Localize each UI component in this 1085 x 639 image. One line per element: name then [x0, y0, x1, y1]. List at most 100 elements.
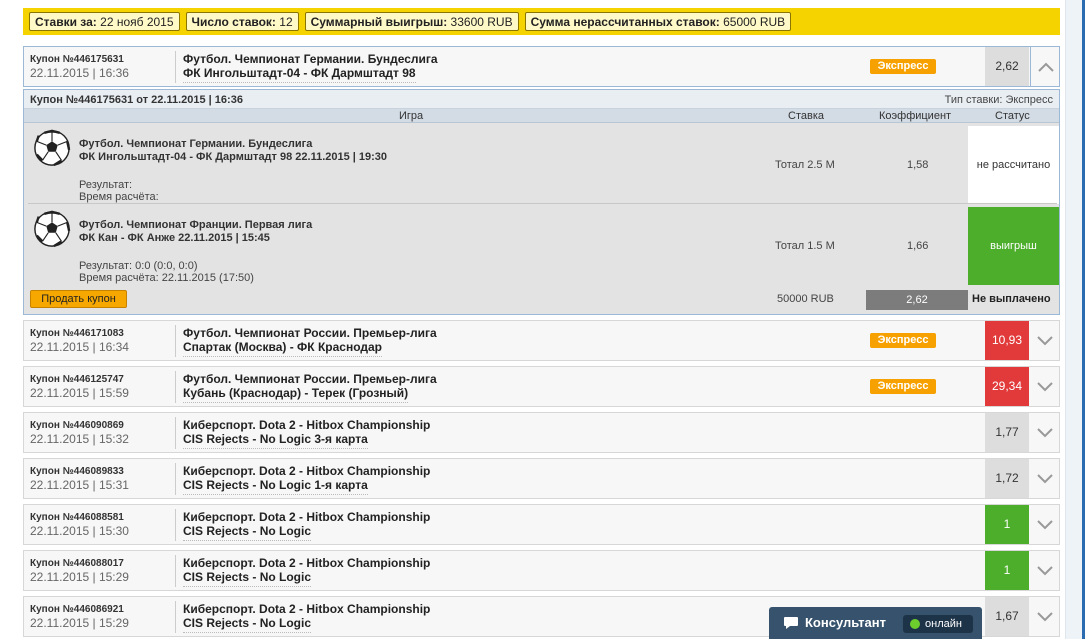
bets-count-value: 12: [279, 15, 293, 29]
coupon-id: Купон №446175631: [30, 54, 124, 65]
chevron-down-icon: [1037, 335, 1053, 345]
coupon-league: Киберспорт. Dota 2 - Hitbox Championship: [183, 464, 431, 478]
expand-button[interactable]: [1030, 459, 1060, 498]
col-status: Статус: [995, 110, 1030, 122]
express-badge: Экспресс: [870, 333, 936, 348]
coupon-row[interactable]: Купон №446090869 22.11.2015 | 15:32 Кибе…: [23, 412, 1060, 453]
coupon-row[interactable]: Купон №446088581 22.11.2015 | 15:30 Кибе…: [23, 504, 1060, 545]
coupon-teams: CIS Rejects - No Logic 1-я карта: [183, 478, 368, 495]
column-divider: [175, 509, 176, 541]
unsettled-value: 65000 RUB: [723, 15, 786, 29]
total-win-chip: Суммарный выигрыш: 33600 RUB: [304, 12, 519, 31]
coupon-coef: 1: [985, 551, 1029, 590]
column-divider: [175, 371, 176, 403]
express-badge: Экспресс: [870, 59, 936, 74]
detail-header: Купон №446175631 от 22.11.2015 | 16:36 Т…: [24, 90, 1059, 109]
coupon-id: Купон №446090869: [30, 420, 124, 431]
coupon-teams: CIS Rejects - No Logic: [183, 570, 312, 587]
express-badge: Экспресс: [870, 379, 936, 394]
col-stake: Ставка: [788, 110, 824, 122]
bets-for-label: Ставки за:: [35, 15, 97, 29]
coupon-row[interactable]: Купон №446175631 22.11.2015 | 16:36 Футб…: [23, 46, 1060, 87]
bet-coef: 1,58: [907, 159, 929, 171]
coupon-league: Киберспорт. Dota 2 - Hitbox Championship: [183, 556, 431, 570]
unsettled-chip: Сумма нерассчитанных ставок: 65000 RUB: [524, 12, 792, 31]
column-divider: [175, 325, 176, 357]
soccer-ball-icon: [34, 129, 71, 167]
chevron-up-icon: [1037, 62, 1054, 72]
coupon-row[interactable]: Купон №446088017 22.11.2015 | 15:29 Кибе…: [23, 550, 1060, 591]
coupon-id: Купон №446171083: [30, 328, 124, 339]
coupon-league: Киберспорт. Dota 2 - Hitbox Championship: [183, 418, 431, 432]
coupon-league: Киберспорт. Dota 2 - Hitbox Championship: [183, 510, 431, 524]
detail-column-headers: Игра Ставка Коэффициент Статус: [24, 109, 1059, 123]
coupon-detail-panel: Купон №446175631 от 22.11.2015 | 16:36 Т…: [23, 89, 1060, 315]
coupon-row[interactable]: Купон №446171083 22.11.2015 | 16:34 Футб…: [23, 320, 1060, 361]
coupon-sum: 50000 RUB: [777, 293, 834, 305]
coupon-coef: 29,34: [985, 367, 1029, 406]
column-divider: [175, 417, 176, 449]
coupon-date: 22.11.2015 | 15:29: [30, 570, 129, 584]
bet-calc-time: Время расчёта:: [79, 191, 159, 203]
bet-calc-time: Время расчёта: 22.11.2015 (17:50): [79, 272, 254, 284]
bet-status: не рассчитано: [968, 126, 1059, 204]
collapse-button[interactable]: [1030, 47, 1060, 86]
expand-button[interactable]: [1030, 551, 1060, 590]
total-win-label: Суммарный выигрыш:: [310, 15, 448, 29]
chat-bubble-icon: [784, 617, 798, 629]
online-dot-icon: [910, 619, 920, 629]
unsettled-label: Сумма нерассчитанных ставок:: [530, 15, 720, 29]
page-scroll-strip[interactable]: [1065, 0, 1085, 639]
expand-button[interactable]: [1030, 321, 1060, 360]
chevron-down-icon: [1037, 611, 1053, 621]
detail-bet-type: Тип ставки: Экспресс: [944, 94, 1053, 106]
coupon-date: 22.11.2015 | 15:30: [30, 524, 129, 538]
column-divider: [175, 601, 176, 633]
coupon-date: 22.11.2015 | 15:32: [30, 432, 129, 446]
expand-button[interactable]: [1030, 367, 1060, 406]
coupon-coef: 1,67: [985, 597, 1029, 636]
bet-coef: 1,66: [907, 240, 929, 252]
expand-button[interactable]: [1030, 413, 1060, 452]
coupon-date: 22.11.2015 | 15:59: [30, 386, 129, 400]
coupon-date: 22.11.2015 | 15:29: [30, 616, 129, 630]
bet-league: Футбол. Чемпионат Германии. Бундеслига: [79, 138, 313, 150]
coupon-league: Киберспорт. Dota 2 - Hitbox Championship: [183, 602, 431, 616]
bets-count-label: Число ставок:: [191, 15, 276, 29]
expand-button[interactable]: [1030, 505, 1060, 544]
coupon-id: Купон №446088581: [30, 512, 124, 523]
coupon-league: Футбол. Чемпионат России. Премьер-лига: [183, 326, 437, 340]
coupon-id: Купон №446089833: [30, 466, 124, 477]
coupon-date: 22.11.2015 | 16:34: [30, 340, 129, 354]
bet-match: ФК Кан - ФК Анже 22.11.2015 | 15:45: [79, 232, 270, 244]
chevron-down-icon: [1037, 381, 1053, 391]
coupon-row[interactable]: Купон №446089833 22.11.2015 | 15:31 Кибе…: [23, 458, 1060, 499]
payout-status: Не выплачено: [972, 293, 1051, 305]
detail-title: Купон №446175631 от 22.11.2015 | 16:36: [30, 94, 243, 106]
bet-divider: [28, 203, 1057, 204]
chevron-down-icon: [1037, 473, 1053, 483]
expand-button[interactable]: [1030, 597, 1060, 636]
coupon-id: Купон №446086921: [30, 604, 124, 615]
coupon-row[interactable]: Купон №446125747 22.11.2015 | 15:59 Футб…: [23, 366, 1060, 407]
coupon-date: 22.11.2015 | 16:36: [30, 66, 129, 80]
online-status-badge: онлайн: [903, 615, 973, 633]
soccer-ball-icon: [34, 210, 71, 248]
coupon-id: Купон №446088017: [30, 558, 124, 569]
bet-result: Результат:: [79, 179, 133, 191]
bet-stake: Тотал 2.5 М: [775, 159, 835, 171]
bets-for-value: 22 нояб 2015: [100, 15, 174, 29]
bet-row: Футбол. Чемпионат Германии. Бундеслига Ф…: [24, 124, 1059, 204]
consultant-chat-widget[interactable]: Консультант онлайн: [769, 607, 982, 639]
bet-match: ФК Ингольштадт-04 - ФК Дармштадт 98 22.1…: [79, 151, 388, 163]
coupon-coef: 10,93: [985, 321, 1029, 360]
sell-coupon-button[interactable]: Продать купон: [30, 290, 127, 308]
bets-for-chip[interactable]: Ставки за: 22 нояб 2015: [29, 12, 180, 31]
detail-footer: Продать купон 50000 RUB 2,62 Не выплачен…: [24, 286, 1059, 314]
coupon-league: Футбол. Чемпионат Германии. Бундеслига: [183, 52, 438, 66]
column-divider: [175, 463, 176, 495]
bet-status: выигрыш: [968, 207, 1059, 285]
total-win-value: 33600 RUB: [450, 15, 513, 29]
online-status-text: онлайн: [925, 618, 962, 630]
chevron-down-icon: [1037, 427, 1053, 437]
